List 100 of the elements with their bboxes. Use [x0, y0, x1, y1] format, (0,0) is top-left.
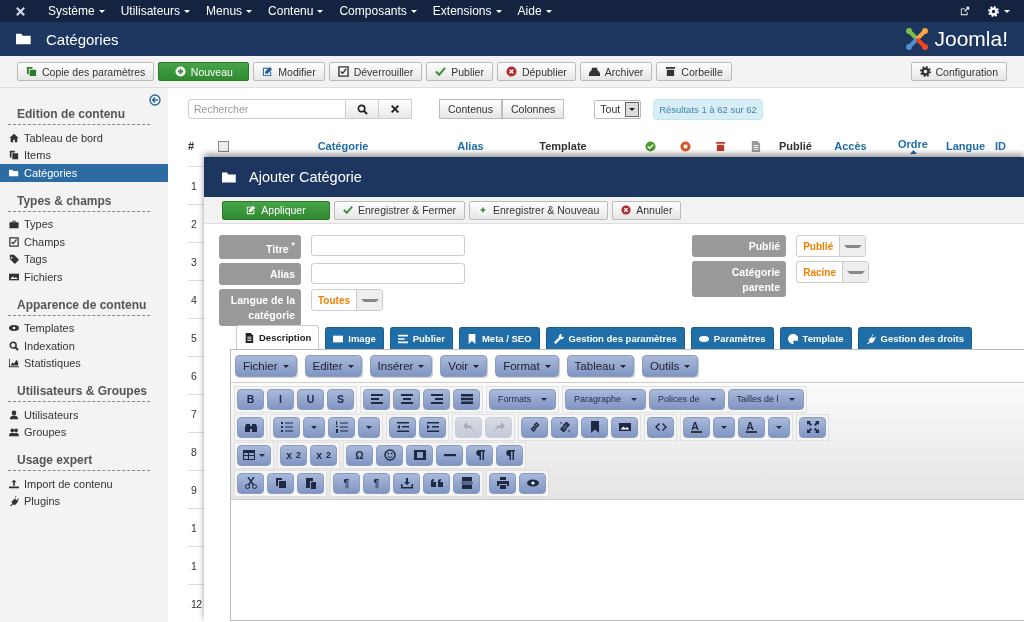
toolbar-button[interactable]: Déverrouiller — [328, 62, 423, 81]
eye-button[interactable] — [519, 472, 546, 494]
image-button[interactable] — [611, 416, 638, 438]
paste-button[interactable] — [297, 472, 324, 494]
numbered-list-button[interactable] — [328, 416, 355, 438]
toolbar-button[interactable]: Archiver — [579, 62, 653, 81]
justify-button[interactable] — [453, 388, 480, 410]
align-center-button[interactable] — [393, 388, 420, 410]
toolbar-button[interactable]: Nouveau — [158, 62, 250, 81]
sidebar-item[interactable]: Plugins — [0, 492, 168, 510]
dropdown-button[interactable]: Formats — [489, 388, 556, 410]
pilcrow-button[interactable] — [466, 444, 493, 466]
column-header[interactable]: ID — [995, 140, 1006, 152]
search-button[interactable] — [346, 99, 379, 119]
align-right-button[interactable] — [423, 388, 450, 410]
link-button[interactable] — [521, 416, 548, 438]
toolbar-button[interactable]: Corbeille — [656, 62, 732, 81]
editor-menu-button[interactable]: Fichier — [235, 355, 297, 377]
menu-item[interactable]: Menus — [198, 0, 261, 22]
menu-item[interactable]: Utilisateurs — [112, 0, 199, 22]
menu-item[interactable]: Aide — [509, 0, 560, 22]
color-button[interactable]: A — [738, 416, 765, 438]
sidebar-item[interactable]: Tableau de bord — [0, 129, 168, 147]
page-break-button[interactable] — [453, 472, 480, 494]
print-button[interactable] — [489, 472, 516, 494]
paragraph-button[interactable]: ¶ — [333, 472, 360, 494]
pilcrow-button[interactable] — [496, 444, 523, 466]
dropdown-toggle[interactable] — [768, 416, 790, 438]
limit-select[interactable]: Tout — [594, 99, 642, 119]
horizontal-line-button[interactable] — [436, 444, 463, 466]
select-all-checkbox[interactable] — [217, 140, 229, 152]
quote-button[interactable] — [423, 472, 450, 494]
paragraph-button[interactable]: ¶ — [363, 472, 390, 494]
clear-button[interactable] — [379, 99, 412, 119]
copy-button[interactable] — [267, 472, 294, 494]
bold-button[interactable]: B — [237, 388, 264, 410]
toolbar-button[interactable]: Modifier — [253, 62, 325, 81]
editor-menu-button[interactable]: Format — [495, 355, 559, 377]
column-header[interactable]: Accès — [834, 140, 867, 152]
dropdown-toggle[interactable] — [358, 416, 380, 438]
toolbar-button[interactable]: Publier — [426, 62, 493, 81]
tab[interactable]: Publier — [389, 327, 453, 349]
bookmark-button[interactable] — [581, 416, 608, 438]
dropdown-toggle[interactable] — [303, 416, 325, 438]
sidebar-item[interactable]: Indexation — [0, 337, 168, 355]
tab[interactable]: Gestion des droits — [857, 327, 972, 349]
smiley-button[interactable] — [376, 444, 403, 466]
dialog-button[interactable]: Enregistrer & Nouveau — [469, 200, 609, 220]
bullet-list-button[interactable] — [273, 416, 300, 438]
column-header[interactable]: Catégorie — [317, 140, 369, 152]
film-button[interactable] — [406, 444, 433, 466]
editor-menu-button[interactable]: Insérer — [369, 355, 433, 377]
tab[interactable]: Meta / SEO — [458, 327, 540, 349]
tray-button[interactable] — [393, 472, 420, 494]
sidebar-item[interactable]: Utilisateurs — [0, 406, 168, 424]
sidebar-item[interactable]: Catégories — [0, 164, 168, 182]
sidebar-item[interactable]: Types — [0, 215, 168, 233]
dialog-button[interactable]: Enregistrer & Fermer — [334, 200, 466, 220]
tab[interactable]: Gestion des paramètres — [545, 327, 685, 349]
unlink-button[interactable] — [551, 416, 578, 438]
text-field[interactable] — [311, 263, 465, 285]
dialog-button[interactable]: Annuler — [612, 200, 682, 220]
search-field[interactable]: Rechercher — [188, 99, 346, 119]
sidebar-item[interactable]: Statistiques — [0, 354, 168, 372]
sidebar-item[interactable]: Import de contenu — [0, 475, 168, 493]
align-left-button[interactable] — [363, 388, 390, 410]
tab[interactable]: Paramètres — [690, 327, 774, 349]
editor-menu-button[interactable]: Outils — [641, 355, 699, 377]
menu-item[interactable]: Composants — [331, 0, 425, 22]
column-header[interactable]: Ordre — [898, 138, 928, 150]
tab[interactable]: Image — [325, 327, 384, 349]
menu-item[interactable]: Extensions — [424, 0, 510, 22]
dialog-button[interactable]: Appliquer — [222, 200, 330, 220]
editor-menu-button[interactable]: Tableau — [566, 355, 634, 377]
special-character-button[interactable]: Ω — [346, 444, 373, 466]
dropdown-toggle[interactable] — [713, 416, 735, 438]
dropdown-button[interactable]: Tailles de l — [727, 388, 804, 410]
scissors-button[interactable] — [237, 472, 264, 494]
sidebar-item[interactable]: Items — [0, 146, 168, 164]
sidebar-item[interactable]: Champs — [0, 233, 168, 251]
tab[interactable]: Template — [779, 327, 852, 349]
filter-button[interactable]: Contenus — [439, 99, 502, 119]
color-button[interactable]: A — [683, 416, 710, 438]
column-header[interactable]: Langue — [945, 140, 986, 152]
column-header[interactable]: Alias — [457, 140, 484, 152]
strikethrough-button[interactable]: S — [327, 388, 354, 410]
indent-button[interactable] — [419, 416, 446, 438]
configuration-button[interactable]: Configuration — [910, 62, 1007, 81]
sidebar-item[interactable]: Tags — [0, 250, 168, 268]
toolbar-button[interactable]: Dépublier — [496, 62, 576, 81]
text-field[interactable] — [311, 235, 465, 256]
sidebar-item[interactable]: Templates — [0, 319, 168, 337]
sidebar-item[interactable]: Fichiers — [0, 268, 168, 286]
editor-menu-button[interactable]: Voir — [440, 355, 488, 377]
italic-button[interactable]: I — [267, 388, 294, 410]
tab[interactable]: Description — [236, 325, 320, 349]
sidebar-item[interactable]: Groupes — [0, 423, 168, 441]
dropdown-button[interactable]: Paragraphe — [565, 388, 647, 410]
dropdown-button[interactable]: Polices de — [649, 388, 725, 410]
menu-item[interactable]: Système — [40, 0, 113, 22]
